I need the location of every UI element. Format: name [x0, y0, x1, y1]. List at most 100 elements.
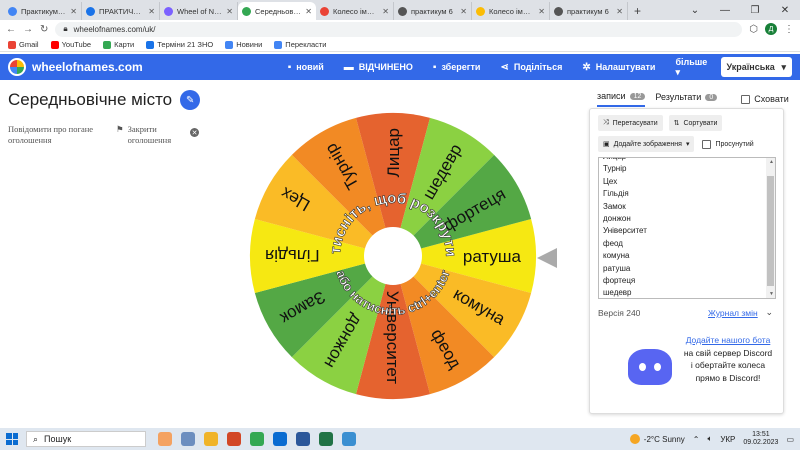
close-icon[interactable]: ✕	[382, 7, 389, 16]
windows-start-icon[interactable]	[6, 433, 18, 445]
entry-line: феод	[603, 238, 623, 248]
add-image-label: Додайте зображення	[613, 140, 682, 148]
entries-count-badge: 12	[629, 92, 646, 100]
nav-more-button[interactable]: більше ▾	[665, 54, 720, 80]
weather-text: -2°C Sunny	[643, 434, 685, 444]
forward-icon[interactable]: →	[23, 24, 33, 35]
clock[interactable]: 13:51 09.02.2023	[743, 431, 778, 447]
browser-tab[interactable]: ПРАКТИЧНІ РОБ... ✕	[82, 2, 160, 20]
tab-search-button[interactable]: ⌄	[680, 5, 710, 16]
bookmark-item[interactable]: Gmail	[8, 40, 39, 49]
close-icon[interactable]: ✕	[616, 7, 623, 16]
shuffle-icon: ⤨	[603, 119, 609, 126]
language-indicator[interactable]: УКР	[720, 435, 735, 444]
browser-tab[interactable]: Колесо імен | Ге... ✕	[472, 2, 550, 20]
nav-gear-button[interactable]: ✲ Налаштувати	[572, 54, 665, 80]
scroll-down-icon[interactable]: ▼	[769, 291, 774, 297]
bookmark-item[interactable]: Карти	[103, 40, 134, 49]
shuffle-label: Перетасувати	[612, 119, 658, 127]
tab-results[interactable]: Результати 0	[655, 92, 718, 106]
taskbar-app-icon[interactable]	[158, 432, 172, 446]
taskbar-app-icon[interactable]	[296, 432, 310, 446]
address-bar: ← → ↻ 🔒︎ wheelofnames.com/uk/ ⬡ Д ⋮	[0, 20, 800, 38]
scroll-thumb[interactable]	[767, 176, 774, 286]
close-icon[interactable]: ✕	[148, 7, 155, 16]
browser-tab[interactable]: Практикум для с... ✕	[4, 2, 82, 20]
browser-tab[interactable]: практикум 6 ✕	[394, 2, 472, 20]
close-ad-link[interactable]: ⚑ Закрити оголошення	[116, 124, 186, 146]
sort-button[interactable]: ⇅ Сортувати	[668, 115, 723, 131]
extension-icon[interactable]: ⬡	[749, 24, 758, 35]
bookmark-item[interactable]: Перекласти	[274, 40, 327, 49]
taskbar-search[interactable]: ⌕ Пошук	[26, 431, 146, 447]
taskbar-app-icon[interactable]	[342, 432, 356, 446]
lock-icon[interactable]: 🔒︎	[63, 24, 67, 34]
taskbar-app-icon[interactable]	[204, 432, 218, 446]
panel-tabs: записи 12 Результати 0 Сховати	[597, 91, 789, 107]
language-select[interactable]: Українська ▾	[720, 57, 792, 77]
nav-file-button[interactable]: ▪ новий	[278, 54, 334, 80]
advanced-toggle[interactable]: Просунутий	[702, 139, 754, 149]
bookmark-icon	[274, 40, 283, 49]
url-field[interactable]: 🔒︎ wheelofnames.com/uk/	[55, 21, 743, 37]
browser-tab[interactable]: Wheel of Names ✕	[160, 2, 238, 20]
taskbar-app-icon[interactable]	[181, 432, 195, 446]
discord-bot-link[interactable]: Додайте нашого бота	[686, 335, 771, 345]
app-header: wheelofnames.com ▪ новий ▬ ВІДЧИНЕНО ▪ зберег…	[0, 54, 800, 80]
shuffle-button[interactable]: ⤨ Перетасувати	[598, 115, 663, 131]
nav-share-button[interactable]: ⋖ Поділіться	[490, 54, 572, 80]
discord-icon	[628, 349, 672, 385]
site-logo[interactable]: wheelofnames.com	[0, 58, 278, 76]
reload-icon[interactable]: ↻	[40, 24, 48, 35]
maximize-button[interactable]: ❐	[740, 5, 770, 16]
advanced-checkbox[interactable]	[702, 139, 712, 149]
taskbar-app-icon[interactable]	[273, 432, 287, 446]
entries-scrollbar[interactable]: ▲ ▼	[766, 158, 775, 298]
dismiss-ad-icon[interactable]: ✕	[190, 128, 199, 137]
entries-textarea[interactable]: ЛицарТурнірЦехГільдіяЗамокдонжонУніверси…	[598, 157, 776, 299]
close-icon[interactable]: ✕	[305, 7, 312, 16]
nav-label: ВІДЧИНЕНО	[358, 62, 413, 72]
browser-tab[interactable]: Колесо імен | Ви... ✕	[316, 2, 394, 20]
entry-line: донжон	[603, 214, 631, 224]
favicon-icon	[164, 6, 173, 16]
volume-icon[interactable]: 🔈︎	[708, 434, 713, 444]
report-ad-link[interactable]: Повідомити про погане оголошення	[8, 124, 108, 146]
network-icon[interactable]: ⌃	[693, 435, 700, 444]
add-image-button[interactable]: ▣ Додайте зображення ▾	[598, 136, 695, 152]
browser-tab[interactable]: практикум 6 ✕	[550, 2, 628, 20]
scroll-up-icon[interactable]: ▲	[769, 159, 774, 165]
chevron-down-icon[interactable]: ⌄	[765, 307, 773, 318]
wheel-center[interactable]	[364, 227, 422, 285]
taskbar-app-icon[interactable]	[319, 432, 333, 446]
menu-icon[interactable]: ⋮	[784, 24, 794, 35]
nav-folder-button[interactable]: ▬ ВІДЧИНЕНО	[334, 54, 423, 80]
close-icon[interactable]: ✕	[226, 7, 233, 16]
browser-tab[interactable]: Середньовічне с... ✕	[238, 2, 316, 20]
tab-entries[interactable]: записи 12	[597, 91, 646, 107]
bookmark-item[interactable]: Новини	[225, 40, 262, 49]
nav-save-button[interactable]: ▪ зберегти	[423, 54, 491, 80]
close-window-button[interactable]: ✕	[770, 5, 800, 16]
hide-toggle[interactable]: Сховати	[741, 94, 789, 104]
hide-checkbox[interactable]	[741, 94, 751, 104]
close-ad-label: Закрити оголошення	[127, 124, 172, 145]
profile-avatar[interactable]: Д	[765, 23, 777, 35]
spin-wheel[interactable]: ратушакомунафеодУніверситетдонжонЗамокГі…	[248, 111, 538, 401]
changelog-link[interactable]: Журнал змін	[708, 308, 758, 318]
notifications-icon[interactable]: ▭	[786, 435, 794, 444]
taskbar-app-icon[interactable]	[250, 432, 264, 446]
close-icon[interactable]: ✕	[70, 7, 77, 16]
back-icon[interactable]: ←	[6, 24, 16, 35]
favicon-icon	[86, 6, 95, 16]
edit-title-button[interactable]: ✎	[180, 90, 201, 110]
new-tab-button[interactable]: +	[628, 2, 647, 20]
bookmark-item[interactable]: YouTube	[50, 40, 91, 49]
bookmark-item[interactable]: Терміни 21 ЗНО	[146, 40, 213, 49]
close-icon[interactable]: ✕	[460, 7, 467, 16]
minimize-button[interactable]: —	[710, 5, 740, 16]
close-icon[interactable]: ✕	[538, 7, 545, 16]
nav-label: Налаштувати	[595, 62, 656, 72]
taskbar-app-icon[interactable]	[227, 432, 241, 446]
weather-widget[interactable]: -2°C Sunny	[629, 434, 685, 444]
